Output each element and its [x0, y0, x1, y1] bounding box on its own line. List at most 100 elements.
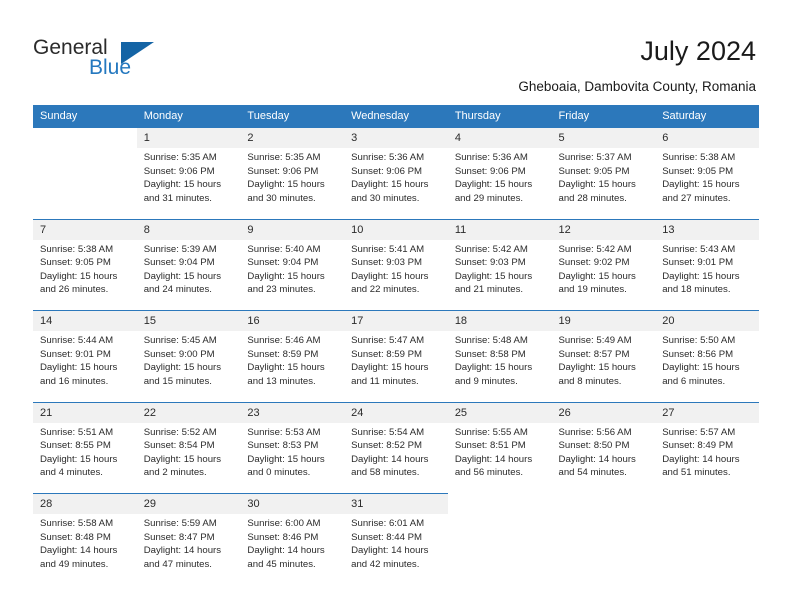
day-number[interactable]: 17 [344, 310, 448, 331]
daylight-text: Daylight: 15 hours and 13 minutes. [247, 362, 325, 387]
daylight-text: Daylight: 14 hours and 51 minutes. [662, 453, 740, 479]
day-cell-empty [33, 148, 137, 219]
day-number[interactable]: 2 [240, 127, 345, 148]
day-number[interactable]: 30 [240, 493, 345, 514]
day-cell: Sunrise: 5:35 AM Sunset: 9:06 PM Daylight:… [240, 148, 345, 219]
day-cell-empty [447, 514, 552, 585]
day-number[interactable]: 23 [240, 401, 345, 423]
sunset-text: Sunset: 9:00 PM [143, 348, 215, 360]
day-cell: Sunrise: 5:40 AM Sunset: 9:04 PM Daylight:… [240, 239, 345, 311]
day-cell: Sunrise: 5:50 AM Sunset: 8:56 PM Daylight:… [655, 331, 759, 402]
calendar-week-details: Sunrise: 5:58 AM Sunset: 8:48 PM Daylight:… [33, 514, 759, 585]
day-number[interactable]: 6 [655, 127, 759, 148]
calendar-week-details: Sunrise: 5:35 AM Sunset: 9:06 PM Daylight:… [33, 148, 759, 219]
daylight-text: Daylight: 15 hours and 4 minutes. [40, 453, 118, 479]
day-number[interactable]: 25 [447, 401, 552, 423]
day-cell: Sunrise: 5:53 AM Sunset: 8:53 PM Daylight:… [240, 422, 345, 494]
day-number[interactable]: 9 [240, 218, 345, 240]
day-number[interactable]: 27 [655, 401, 759, 423]
day-cell: Sunrise: 5:39 AM Sunset: 9:04 PM Daylight:… [136, 239, 241, 311]
day-number[interactable]: 10 [344, 218, 448, 240]
daylight-text: Daylight: 15 hours and 31 minutes. [143, 179, 222, 204]
day-cell: Sunrise: 5:56 AM Sunset: 8:50 PM Daylight:… [551, 422, 656, 494]
day-number[interactable]: 26 [551, 401, 656, 423]
day-number[interactable]: 13 [655, 218, 759, 240]
day-cell: Sunrise: 5:58 AM Sunset: 8:48 PM Daylight:… [33, 514, 137, 585]
sunrise-text: Sunrise: 5:35 AM [247, 152, 321, 163]
sunset-text: Sunset: 8:57 PM [558, 348, 630, 360]
day-number-empty [448, 494, 552, 515]
day-number[interactable]: 29 [136, 493, 241, 514]
sunset-text: Sunset: 9:01 PM [40, 348, 111, 360]
sunset-text: Sunset: 8:44 PM [351, 531, 423, 543]
day-cell: Sunrise: 5:44 AM Sunset: 9:01 PM Daylight:… [33, 331, 137, 402]
weekday-header-tuesday: Tuesday [240, 105, 345, 128]
daylight-text: Daylight: 15 hours and 19 minutes. [558, 270, 636, 296]
calendar-header-row: Sunday Monday Tuesday Wednesday Thursday… [33, 105, 759, 128]
sunset-text: Sunset: 8:59 PM [247, 348, 319, 360]
sunrise-text: Sunrise: 5:36 AM [351, 152, 425, 163]
day-number[interactable]: 20 [655, 310, 759, 331]
sunset-text: Sunset: 8:58 PM [454, 348, 526, 360]
sunrise-text: Sunrise: 5:37 AM [558, 152, 632, 163]
day-number[interactable]: 18 [447, 310, 552, 331]
day-number-empty [552, 494, 656, 515]
sunrise-text: Sunrise: 6:01 AM [351, 518, 425, 529]
daylight-text: Daylight: 14 hours and 49 minutes. [40, 545, 118, 570]
day-cell: Sunrise: 6:00 AM Sunset: 8:46 PM Daylight:… [240, 514, 345, 585]
sunset-text: Sunset: 9:03 PM [454, 257, 526, 269]
day-number[interactable]: 15 [136, 310, 241, 331]
day-number[interactable]: 1 [136, 127, 241, 148]
sunrise-text: Sunrise: 5:38 AM [662, 152, 736, 163]
sunrise-text: Sunrise: 5:47 AM [351, 335, 425, 346]
daylight-text: Daylight: 15 hours and 6 minutes. [662, 362, 740, 387]
calendar-week-daynumbers: 123456 [33, 127, 759, 149]
day-number[interactable]: 28 [33, 493, 137, 514]
day-number[interactable]: 16 [240, 310, 345, 331]
day-cell: Sunrise: 5:46 AM Sunset: 8:59 PM Daylight:… [240, 331, 345, 402]
daylight-text: Daylight: 15 hours and 21 minutes. [454, 270, 533, 296]
day-cell: Sunrise: 5:37 AM Sunset: 9:05 PM Daylight:… [551, 148, 656, 219]
day-number[interactable]: 31 [344, 493, 448, 514]
sunset-text: Sunset: 9:05 PM [662, 165, 734, 177]
day-number[interactable]: 12 [551, 218, 656, 240]
sunrise-text: Sunrise: 5:41 AM [351, 243, 425, 255]
sunrise-text: Sunrise: 5:39 AM [143, 243, 217, 255]
calendar-week-daynumbers: 7 8 9 10 11 12 13 [33, 218, 759, 240]
sunset-text: Sunset: 8:56 PM [662, 348, 734, 360]
sunrise-text: Sunrise: 5:55 AM [454, 426, 528, 438]
logo-text-blue: Blue [89, 56, 132, 79]
day-number[interactable]: 21 [33, 401, 137, 423]
daylight-text: Daylight: 14 hours and 58 minutes. [351, 453, 429, 479]
sunrise-text: Sunrise: 5:51 AM [40, 426, 114, 438]
day-cell: Sunrise: 5:36 AM Sunset: 9:06 PM Daylight:… [447, 148, 552, 219]
sunset-text: Sunset: 9:05 PM [40, 257, 111, 269]
sunrise-text: Sunrise: 6:00 AM [247, 518, 321, 529]
sunset-text: Sunset: 8:52 PM [351, 440, 423, 452]
sunrise-text: Sunrise: 5:56 AM [558, 426, 632, 438]
general-blue-logo[interactable]: General Blue [33, 36, 203, 82]
day-number[interactable]: 7 [33, 218, 137, 240]
sunrise-text: Sunrise: 5:49 AM [558, 335, 632, 346]
day-number[interactable]: 8 [136, 218, 241, 240]
sunrise-text: Sunrise: 5:42 AM [558, 243, 632, 255]
daylight-text: Daylight: 15 hours and 2 minutes. [143, 453, 222, 479]
sunrise-text: Sunrise: 5:50 AM [662, 335, 736, 346]
calendar-week-details: Sunrise: 5:51 AM Sunset: 8:55 PM Daylight:… [33, 422, 759, 494]
day-number[interactable]: 4 [447, 127, 552, 148]
sunrise-text: Sunrise: 5:35 AM [143, 152, 217, 163]
sunset-text: Sunset: 8:55 PM [40, 440, 111, 452]
sunset-text: Sunset: 8:53 PM [247, 440, 319, 452]
day-cell: Sunrise: 5:52 AM Sunset: 8:54 PM Daylight:… [136, 422, 241, 494]
day-number[interactable]: 22 [136, 401, 241, 423]
sunset-text: Sunset: 8:49 PM [662, 440, 734, 452]
day-number[interactable]: 14 [33, 310, 137, 331]
day-number[interactable]: 24 [344, 401, 448, 423]
day-cell: Sunrise: 5:41 AM Sunset: 9:03 PM Daylight:… [344, 239, 448, 311]
day-number[interactable]: 3 [344, 127, 448, 148]
day-number-empty [33, 128, 137, 149]
sunset-text: Sunset: 8:50 PM [558, 440, 630, 452]
day-number[interactable]: 5 [551, 127, 656, 148]
day-number[interactable]: 11 [447, 218, 552, 240]
day-number[interactable]: 19 [551, 310, 656, 331]
